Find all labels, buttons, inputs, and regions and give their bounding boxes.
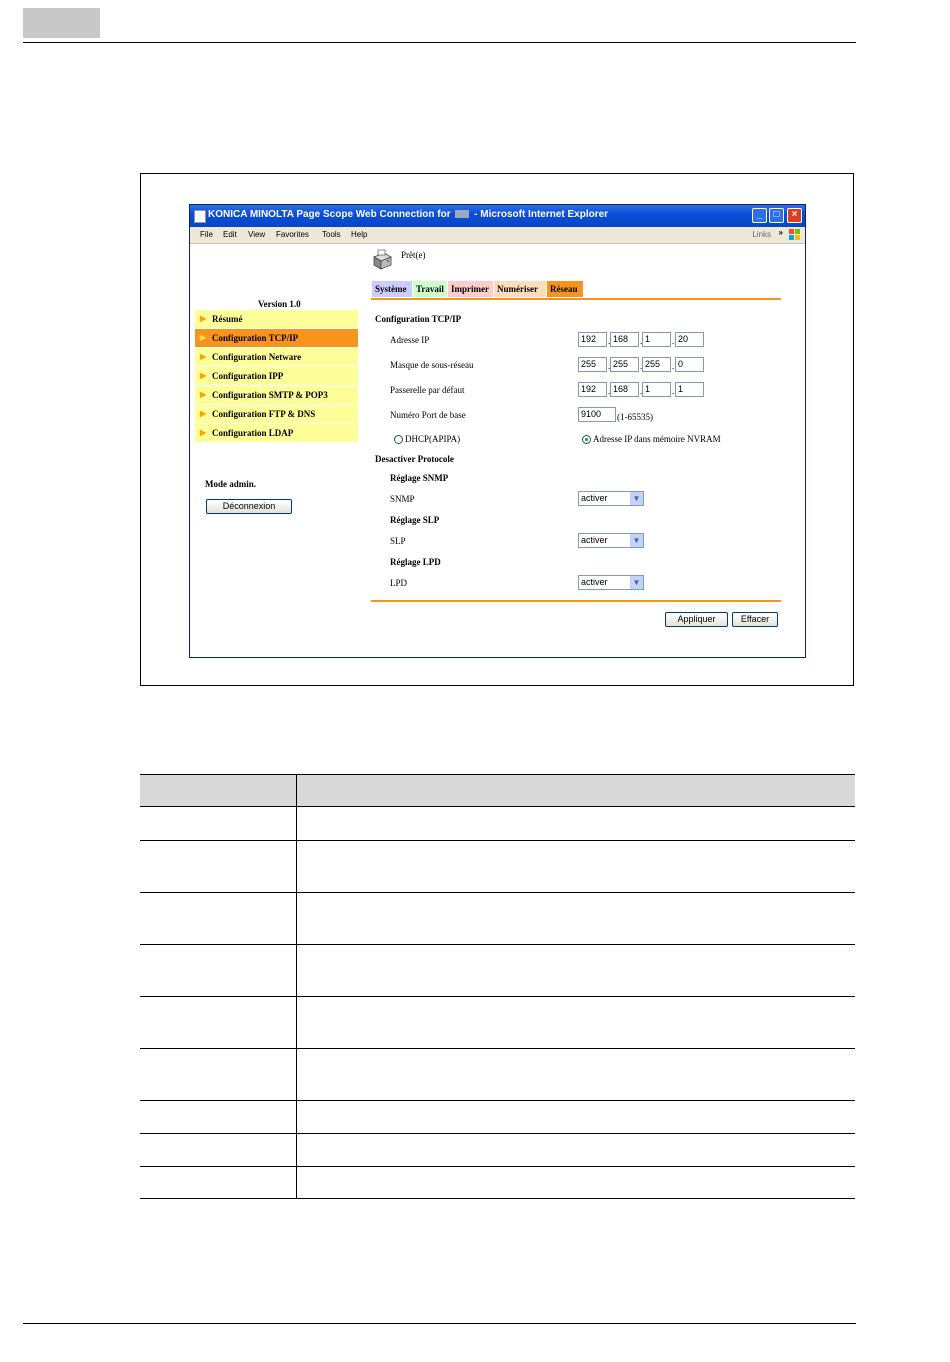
printer-status: Prêt(e) xyxy=(401,250,426,260)
arrow-right-icon: ▶ xyxy=(200,390,207,399)
menu-file[interactable]: File xyxy=(200,230,213,239)
header-rule xyxy=(23,42,856,43)
table-header xyxy=(140,774,855,806)
sidebar-item-ldap[interactable]: ▶ Configuration LDAP xyxy=(195,424,358,442)
sidebar-item-ftp-dns[interactable]: ▶ Configuration FTP & DNS xyxy=(195,405,358,423)
tab-underline xyxy=(371,298,781,300)
mask-octet-1[interactable]: 255 xyxy=(578,357,607,372)
menu-help[interactable]: Help xyxy=(351,230,367,239)
table-rule xyxy=(140,1166,855,1167)
table-rule xyxy=(140,1133,855,1134)
ip-octet-4[interactable]: 20 xyxy=(675,332,704,347)
tab-systeme[interactable]: Système xyxy=(372,281,412,297)
gateway-octet-2[interactable]: 168 xyxy=(610,382,639,397)
admin-mode-label: Mode admin. xyxy=(205,479,257,489)
browser-window: KONICA MINOLTA Page Scope Web Connection… xyxy=(189,204,806,658)
mask-octet-4[interactable]: 0 xyxy=(675,357,704,372)
gateway-label: Passerelle par défaut xyxy=(390,385,465,395)
ie-page-icon xyxy=(194,210,206,223)
sidebar-item-ipp[interactable]: ▶ Configuration IPP xyxy=(195,367,358,385)
dhcp-radio-label: DHCP(APIPA) xyxy=(405,434,461,444)
minimize-button[interactable]: _ xyxy=(752,208,767,223)
version-label: Version 1.0 xyxy=(258,299,301,309)
table-column-divider xyxy=(296,774,297,1198)
menu-bar: File Edit View Favorites Tools Help Link… xyxy=(190,227,805,244)
tab-travail[interactable]: Travail xyxy=(413,281,447,297)
mask-octet-2[interactable]: 255 xyxy=(610,357,639,372)
links-toolbar[interactable]: Links xyxy=(752,230,771,239)
ip-octet-3[interactable]: 1 xyxy=(642,332,671,347)
clear-button[interactable]: Effacer xyxy=(732,612,778,627)
ip-octet-2[interactable]: 168 xyxy=(610,332,639,347)
gateway-octet-1[interactable]: 192 xyxy=(578,382,607,397)
tab-reseau[interactable]: Réseau xyxy=(547,281,583,297)
port-range: (1-65535) xyxy=(617,412,653,422)
table-rule xyxy=(140,996,855,997)
table-rule xyxy=(140,944,855,945)
mask-label: Masque de sous-réseau xyxy=(390,360,474,370)
chevron-down-icon: ▼ xyxy=(630,492,643,505)
arrow-right-icon: ▶ xyxy=(200,333,207,342)
mask-octet-3[interactable]: 255 xyxy=(642,357,671,372)
table-rule xyxy=(140,1198,855,1199)
nvram-radio-label: Adresse IP dans mémoire NVRAM xyxy=(593,434,721,444)
arrow-right-icon: ▶ xyxy=(200,352,207,361)
sidebar-item-resume[interactable]: ▶ Résumé xyxy=(195,310,358,328)
ip-label: Adresse IP xyxy=(390,335,430,345)
arrow-right-icon: ▶ xyxy=(200,428,207,437)
form-bottom-line xyxy=(371,600,781,602)
ip-octet-1[interactable]: 192 xyxy=(578,332,607,347)
lpd-select[interactable]: activer ▼ xyxy=(578,575,644,590)
tab-numeriser[interactable]: Numériser xyxy=(494,281,546,297)
logout-button[interactable]: Déconnexion xyxy=(206,499,292,514)
apply-button[interactable]: Appliquer xyxy=(665,612,728,627)
snmp-label: SNMP xyxy=(390,494,415,504)
slp-label: SLP xyxy=(390,536,406,546)
chevron-down-icon: ▼ xyxy=(630,576,643,589)
sidebar-item-netware[interactable]: ▶ Configuration Netware xyxy=(195,348,358,366)
disable-protocol-title: Desactiver Protocole xyxy=(375,454,454,464)
table-rule xyxy=(140,840,855,841)
slp-group-title: Réglage SLP xyxy=(390,515,440,525)
snmp-group-title: Réglage SNMP xyxy=(390,473,449,483)
menu-view[interactable]: View xyxy=(248,230,265,239)
arrow-right-icon: ▶ xyxy=(200,409,207,418)
sidebar-item-smtp-pop3[interactable]: ▶ Configuration SMTP & POP3 xyxy=(195,386,358,404)
maximize-button[interactable]: □ xyxy=(769,208,784,223)
arrow-right-icon: ▶ xyxy=(200,314,207,323)
close-button[interactable]: × xyxy=(787,208,802,223)
title-bar[interactable]: KONICA MINOLTA Page Scope Web Connection… xyxy=(190,205,805,227)
window-title: KONICA MINOLTA Page Scope Web Connection… xyxy=(208,209,609,220)
redacted-model-icon xyxy=(455,210,470,219)
table-rule xyxy=(140,892,855,893)
dhcp-radio[interactable] xyxy=(394,435,403,444)
menu-tools[interactable]: Tools xyxy=(322,230,341,239)
gateway-octet-4[interactable]: 1 xyxy=(675,382,704,397)
chevron-down-icon: ▼ xyxy=(630,534,643,547)
table-rule xyxy=(140,1100,855,1101)
windows-logo-icon xyxy=(789,229,800,240)
nvram-radio[interactable] xyxy=(582,435,591,444)
chevron-right-icon[interactable]: » xyxy=(779,228,783,237)
lpd-label: LPD xyxy=(390,578,408,588)
table-rule xyxy=(140,1048,855,1049)
tab-imprimer[interactable]: Imprimer xyxy=(448,281,493,297)
gateway-octet-3[interactable]: 1 xyxy=(642,382,671,397)
lpd-group-title: Réglage LPD xyxy=(390,557,441,567)
snmp-select[interactable]: activer ▼ xyxy=(578,491,644,506)
port-input[interactable]: 9100 xyxy=(578,407,616,422)
printer-icon xyxy=(373,249,392,270)
arrow-right-icon: ▶ xyxy=(200,371,207,380)
section-title: Configuration TCP/IP xyxy=(375,314,462,324)
table-rule xyxy=(140,806,855,807)
menu-favorites[interactable]: Favorites xyxy=(276,230,309,239)
slp-select[interactable]: activer ▼ xyxy=(578,533,644,548)
menu-edit[interactable]: Edit xyxy=(223,230,237,239)
table-rule xyxy=(140,774,855,775)
footer-rule xyxy=(23,1323,856,1324)
port-label: Numéro Port de base xyxy=(390,410,466,420)
sidebar-item-tcpip[interactable]: ▶ Configuration TCP/IP xyxy=(195,329,358,347)
chapter-tab xyxy=(23,8,100,38)
